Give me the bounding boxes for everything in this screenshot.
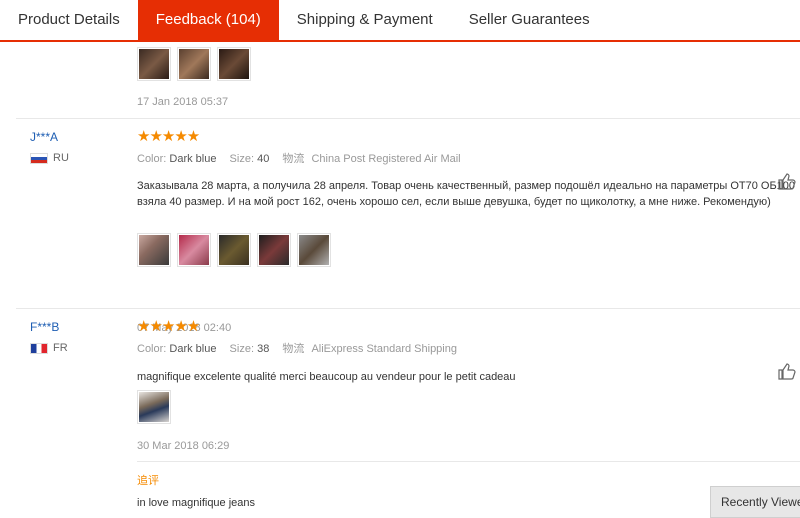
recently-viewed-button[interactable]: Recently Viewed <box>710 486 800 518</box>
size-value: 40 <box>257 153 270 165</box>
country-code: RU <box>53 152 69 164</box>
review-date: 17 Jan 2018 05:37 <box>137 96 229 108</box>
tab-feedback[interactable]: Feedback (104) <box>137 0 279 40</box>
tab-seller-guarantees[interactable]: Seller Guarantees <box>451 0 608 40</box>
logistics-label: 物流 <box>282 343 305 355</box>
tab-shipping-payment[interactable]: Shipping & Payment <box>279 0 451 40</box>
photo-thumbnail[interactable] <box>217 233 251 267</box>
size-label: Size: <box>229 343 255 355</box>
photo-thumbnail[interactable] <box>137 47 171 81</box>
review-text: magnifique excelente qualité merci beauc… <box>137 371 516 383</box>
shipping-method: AliExpress Standard Shipping <box>311 343 457 355</box>
divider <box>137 461 800 462</box>
photo-thumbnail[interactable] <box>257 233 291 267</box>
feedback-item: J***A RU ★★★★★ Color: Dark blue Size: 40… <box>0 119 800 334</box>
color-label: Color: <box>137 153 167 165</box>
review-date: 30 Mar 2018 06:29 <box>137 440 230 452</box>
photo-thumbnail[interactable] <box>217 47 251 81</box>
order-info: Color: Dark blue Size: 38 物流 AliExpress … <box>137 340 457 356</box>
photo-thumbnail[interactable] <box>137 233 171 267</box>
order-info: Color: Dark blue Size: 40 物流 China Post … <box>137 150 461 166</box>
buyer-country: FR <box>30 342 68 354</box>
russia-flag-icon <box>30 152 48 164</box>
star-rating: ★★★★★ <box>137 128 200 145</box>
buyer-name[interactable]: F***B <box>30 320 59 334</box>
color-value: Dark blue <box>169 153 217 165</box>
logistics-label: 物流 <box>282 153 305 165</box>
thumbs-up-icon[interactable] <box>777 362 797 380</box>
shipping-method: China Post Registered Air Mail <box>311 153 461 165</box>
feedback-item: F***B FR ★★★★★ Color: Dark blue Size: 38… <box>0 309 800 509</box>
buyer-name[interactable]: J***A <box>30 130 58 144</box>
france-flag-icon <box>30 342 48 354</box>
country-code: FR <box>53 342 68 354</box>
feedback-tabs: Product Details Feedback (104) Shipping … <box>0 0 800 42</box>
photo-thumbnails <box>137 233 331 267</box>
photo-thumbnail[interactable] <box>297 233 331 267</box>
photo-thumbnail[interactable] <box>177 47 211 81</box>
photo-thumbnails <box>137 47 251 81</box>
color-value: Dark blue <box>169 343 217 355</box>
size-value: 38 <box>257 343 270 355</box>
photo-thumbnails <box>137 390 171 424</box>
color-label: Color: <box>137 343 167 355</box>
tab-product-details[interactable]: Product Details <box>0 0 138 40</box>
additional-feedback-label: 追评 <box>137 475 159 487</box>
buyer-country: RU <box>30 152 69 164</box>
photo-thumbnail[interactable] <box>177 233 211 267</box>
size-label: Size: <box>229 153 255 165</box>
review-text: Заказывала 28 марта, а получила 28 апрел… <box>137 180 796 208</box>
feedback-item-partial: 17 Jan 2018 05:37 <box>0 42 800 118</box>
photo-thumbnail[interactable] <box>137 390 171 424</box>
thumbs-up-icon[interactable] <box>777 172 797 190</box>
additional-feedback-text: in love magnifique jeans <box>137 497 256 509</box>
star-rating: ★★★★★ <box>137 318 200 335</box>
